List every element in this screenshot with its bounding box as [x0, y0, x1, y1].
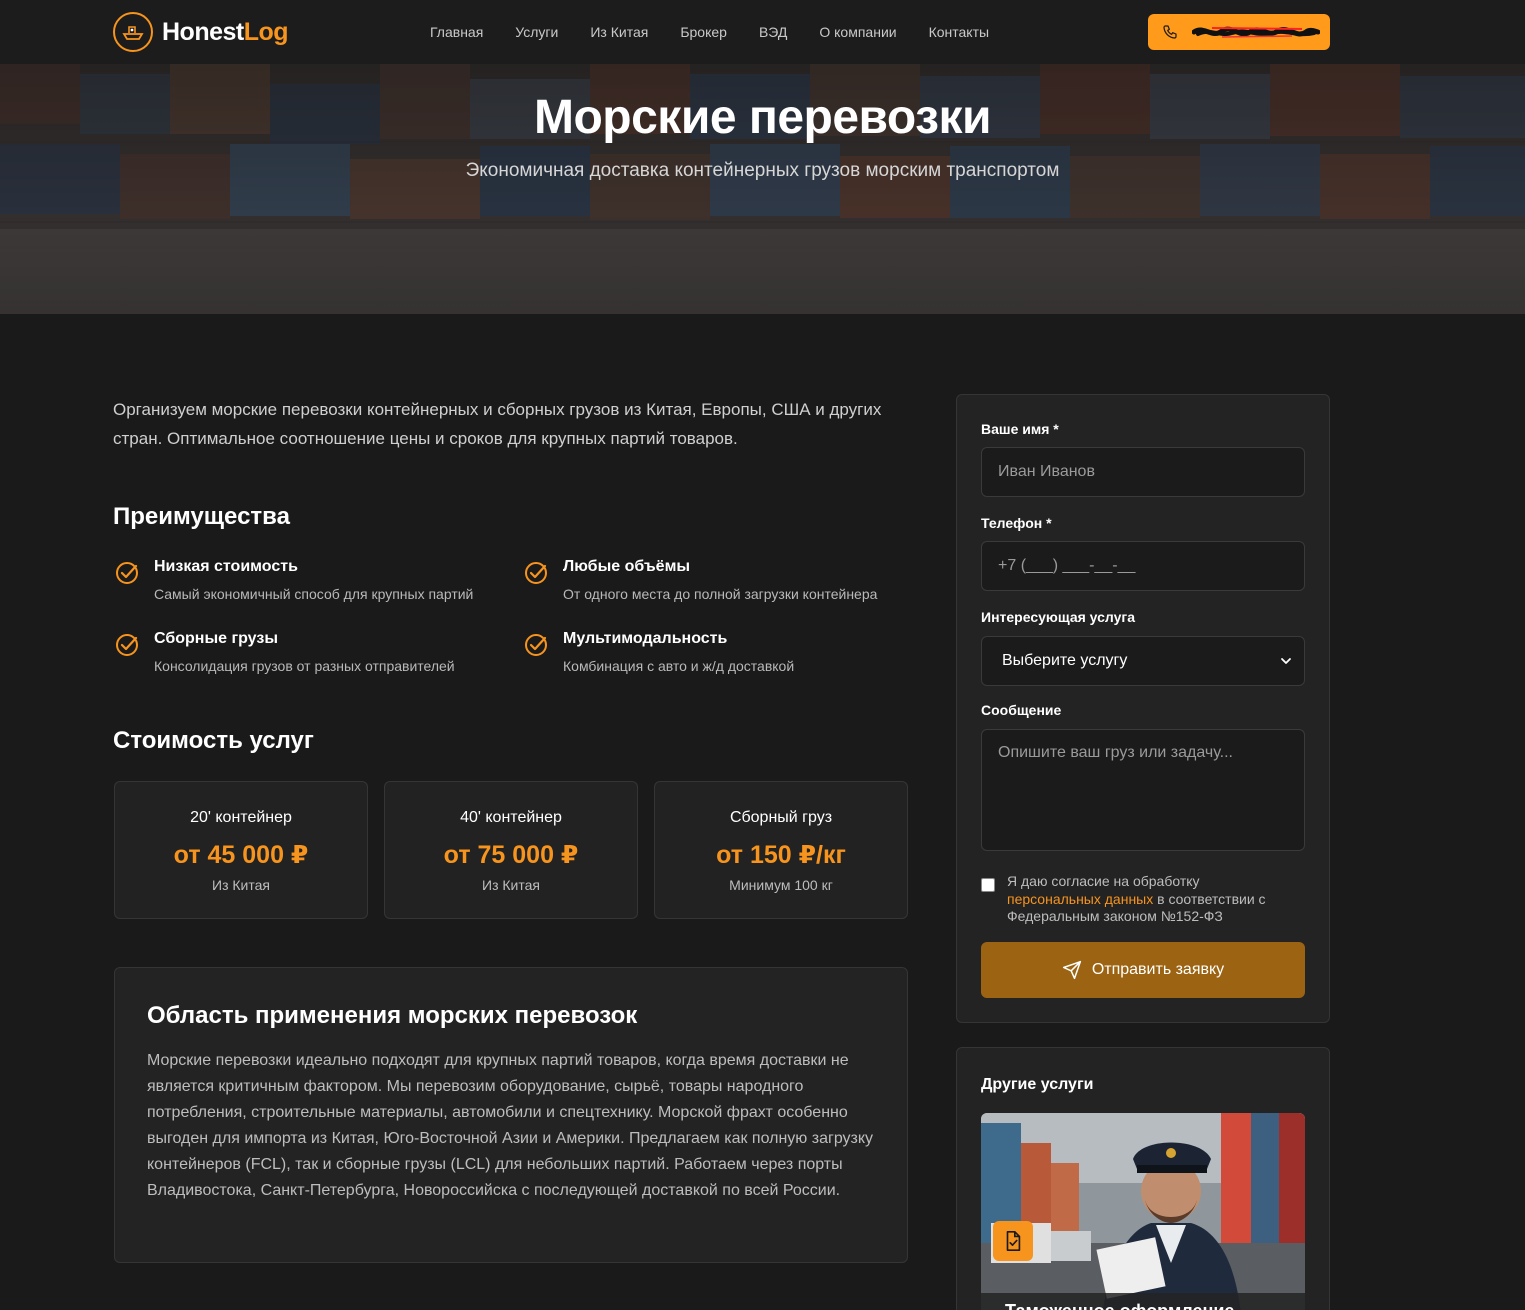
brand-logo[interactable]: HonestLog [113, 12, 289, 52]
advantage-desc: Комбинация с авто и ж/д доставкой [563, 658, 795, 674]
check-circle-icon [116, 562, 138, 584]
redacted-phone-number [1191, 23, 1321, 41]
nav-services[interactable]: Услуги [515, 24, 558, 40]
service-label: Интересующая услуга [981, 609, 1136, 625]
price-note: Из Китая [212, 877, 270, 893]
brand-name-part2: Log [243, 17, 289, 46]
message-label: Сообщение [981, 702, 1062, 718]
intro-text: Организуем морские перевозки контейнерны… [113, 400, 882, 448]
advantage-desc: Консолидация грузов от разных отправител… [154, 658, 455, 674]
hero-banner: Морские перевозки Экономичная доставка к… [0, 64, 1525, 314]
consent-text: Я даю согласие на обработку персональных… [1007, 873, 1297, 926]
check-circle-icon [116, 634, 138, 656]
phone-icon [1163, 25, 1177, 39]
consent-checkbox[interactable] [981, 878, 995, 892]
phone-label: Телефон * [981, 515, 1052, 531]
other-services-panel: Другие услуги Таможенное о [956, 1047, 1330, 1310]
price-name: Сборный груз [729, 809, 833, 826]
price-note: Минимум 100 кг [729, 877, 833, 893]
service-select-value: Выберите услугу [1002, 652, 1128, 669]
submit-label: Отправить заявку [1091, 961, 1225, 978]
nav-ved[interactable]: ВЭД [759, 24, 787, 40]
customs-officer-image [981, 1113, 1305, 1310]
price-card-consolidated: Сборный груз от 150 ₽/кг Минимум 100 кг [654, 781, 908, 919]
brand-name: HonestLog [162, 17, 289, 47]
advantage-title: Сборные грузы [154, 630, 278, 647]
phone-button[interactable] [1148, 14, 1330, 50]
advantage-desc: От одного места до полной загрузки конте… [563, 586, 878, 602]
page-title: Морские перевозки [533, 91, 992, 144]
document-check-icon [993, 1221, 1033, 1261]
site-header: HonestLog Главная Услуги Из Китая Брокер… [0, 0, 1525, 64]
send-icon [1062, 960, 1081, 980]
page-subtitle: Экономичная доставка контейнерных грузов… [465, 160, 1060, 181]
price-value: от 75 000 ₽ [443, 841, 579, 869]
nav-from-china[interactable]: Из Китая [590, 24, 648, 40]
advantage-title: Любые объёмы [563, 558, 691, 575]
message-textarea[interactable] [981, 729, 1305, 851]
advantage-title: Низкая стоимость [154, 558, 298, 575]
check-circle-icon [525, 562, 547, 584]
logo-ship-icon [113, 12, 153, 52]
nav-broker[interactable]: Брокер [680, 24, 727, 40]
check-circle-icon [525, 634, 547, 656]
submit-button[interactable]: Отправить заявку [981, 942, 1305, 998]
price-name: 40' контейнер [460, 809, 562, 826]
price-note: Из Китая [482, 877, 540, 893]
nav-home[interactable]: Главная [430, 24, 483, 40]
name-label: Ваше имя * [981, 421, 1059, 437]
scope-title: Область применения морских перевозок [147, 1002, 638, 1029]
service-select[interactable]: Выберите услугу [981, 636, 1305, 686]
nav-contacts[interactable]: Контакты [929, 24, 989, 40]
price-value: от 150 ₽/кг [716, 841, 846, 869]
request-form: Ваше имя * Телефон * Интересующая услуга… [956, 394, 1330, 1023]
personal-data-link[interactable]: персональных данных [1007, 891, 1153, 907]
pricing-title: Стоимость услуг [113, 727, 314, 754]
service-card-title: Таможенное оформление [1005, 1301, 1234, 1310]
consent-text-pre: Я даю согласие на обработку [1007, 873, 1200, 889]
phone-input[interactable] [981, 541, 1305, 591]
service-card-customs[interactable]: Таможенное оформление [981, 1113, 1305, 1310]
scope-text: Морские перевозки идеально подходят для … [147, 1052, 874, 1199]
other-services-title: Другие услуги [981, 1076, 1094, 1093]
nav-about[interactable]: О компании [819, 24, 896, 40]
scope-card: Область применения морских перевозок Мор… [114, 967, 908, 1263]
brand-name-part1: Honest [162, 17, 244, 46]
name-input[interactable] [981, 447, 1305, 497]
advantage-desc: Самый экономичный способ для крупных пар… [154, 586, 474, 602]
price-value: от 45 000 ₽ [173, 841, 309, 869]
main-nav: Главная Услуги Из Китая Брокер ВЭД О ком… [430, 0, 989, 64]
price-name: 20' контейнер [190, 809, 292, 826]
price-card-20ft: 20' контейнер от 45 000 ₽ Из Китая [114, 781, 368, 919]
advantage-title: Мультимодальность [563, 630, 728, 647]
advantages-title: Преимущества [113, 503, 290, 530]
price-card-40ft: 40' контейнер от 75 000 ₽ Из Китая [384, 781, 638, 919]
chevron-down-icon [1281, 658, 1291, 664]
